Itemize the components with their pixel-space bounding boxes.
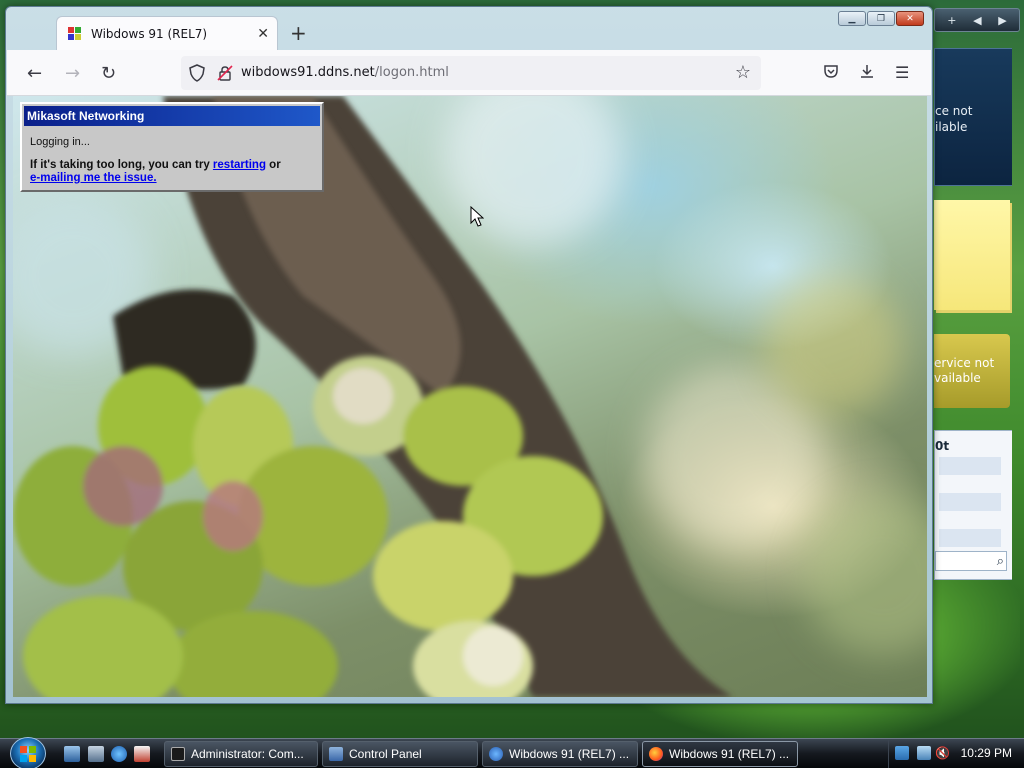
dialog-title: Mikasoft Networking (24, 106, 320, 126)
reload-button[interactable]: ↻ (101, 63, 116, 84)
insecure-lock-icon[interactable] (217, 65, 233, 81)
task-label: Administrator: Com... (191, 747, 304, 761)
tab-title: Wibdows 91 (REL7) (91, 26, 208, 41)
wibdows-favicon-icon (68, 26, 81, 40)
mouse-cursor-icon (470, 206, 484, 227)
downloads-icon[interactable] (859, 63, 875, 79)
restart-link[interactable]: restarting (213, 159, 266, 171)
message-prefix: If it's taking too long, you can try (30, 159, 213, 171)
email-issue-link[interactable]: e-mailing me the issue. (30, 172, 157, 184)
sidebar-controls: + ◀ ▶ (934, 8, 1020, 32)
firefox-icon (649, 747, 663, 761)
taskbar-item-browser-2[interactable]: Wibdows 91 (REL7) ... (642, 741, 798, 767)
tray-sidebar-icon[interactable] (895, 746, 909, 760)
maximize-button[interactable]: ❐ (867, 11, 895, 26)
quick-launch-app-icon[interactable] (134, 746, 150, 762)
taskbar: Administrator: Com... Control Panel Wibd… (0, 737, 1024, 768)
weather-gadget-text-1: ervice not (934, 356, 995, 370)
sidebar-add-icon[interactable]: + (947, 14, 956, 27)
sidebar-prev-icon[interactable]: ◀ (973, 14, 981, 27)
login-dialog: Mikasoft Networking Logging in... If it'… (20, 102, 324, 192)
switch-windows-icon[interactable] (88, 746, 104, 762)
url-host: wibdows91.ddns.net (241, 65, 375, 80)
bookmark-star-icon[interactable]: ☆ (735, 62, 751, 83)
command-prompt-icon (171, 747, 185, 761)
search-gadget: 0t ⌕ (934, 430, 1012, 580)
search-gadget-row[interactable] (939, 493, 1001, 511)
search-icon[interactable]: ⌕ (997, 554, 1004, 569)
system-tray: 🔇 10:29 PM (888, 739, 1024, 768)
clock[interactable]: 10:29 PM (961, 746, 1012, 760)
message-middle: or (265, 159, 281, 171)
network-icon[interactable] (917, 746, 931, 760)
taskbar-item-control-panel[interactable]: Control Panel (322, 741, 478, 767)
feed-gadget-text-1: ce not (935, 104, 973, 118)
menu-hamburger-icon[interactable]: ☰ (895, 63, 909, 82)
back-button[interactable]: ← (27, 63, 42, 84)
minimize-button[interactable]: ▁ (838, 11, 866, 26)
url-text: wibdows91.ddns.net/logon.html (241, 65, 449, 80)
feed-gadget-text-2: ilable (935, 120, 968, 134)
weather-gadget[interactable]: ervice not vailable (934, 334, 1010, 408)
close-tab-icon[interactable]: ✕ (257, 26, 269, 42)
new-tab-button[interactable]: + (290, 21, 307, 45)
windows-logo-icon (20, 745, 36, 762)
show-desktop-icon[interactable] (64, 746, 80, 762)
search-gadget-row[interactable] (939, 457, 1001, 475)
taskbar-item-command-prompt[interactable]: Administrator: Com... (164, 741, 318, 767)
start-button[interactable] (10, 737, 46, 768)
forward-button[interactable]: → (65, 63, 80, 84)
volume-muted-icon[interactable]: 🔇 (935, 746, 950, 760)
notes-gadget[interactable] (934, 200, 1010, 310)
browser-tab[interactable]: Wibdows 91 (REL7) ✕ (56, 16, 278, 50)
url-path: /logon.html (374, 65, 449, 80)
address-bar[interactable]: wibdows91.ddns.net/logon.html ☆ (181, 56, 761, 90)
close-window-button[interactable]: ✕ (896, 11, 924, 26)
sidebar-next-icon[interactable]: ▶ (998, 14, 1006, 27)
search-gadget-row[interactable] (939, 529, 1001, 547)
search-gadget-header: 0t (935, 439, 950, 453)
navigation-toolbar: ← → ↻ wibdows91.ddns.net/logon.html ☆ ☰ (7, 50, 931, 96)
weather-gadget-text-2: vailable (934, 371, 981, 385)
login-status: Logging in... (30, 136, 90, 148)
control-panel-icon (329, 747, 343, 761)
dialog-message: If it's taking too long, you can try res… (30, 159, 281, 185)
task-label: Control Panel (349, 747, 422, 761)
taskbar-item-browser-1[interactable]: Wibdows 91 (REL7) ... (482, 741, 638, 767)
tracking-protection-shield-icon[interactable] (189, 64, 205, 82)
window-caption-buttons: ▁ ❐ ✕ (838, 11, 924, 26)
pocket-icon[interactable] (823, 63, 839, 79)
internet-explorer-icon[interactable] (111, 746, 127, 762)
task-label: Wibdows 91 (REL7) ... (669, 747, 790, 761)
feed-gadget[interactable]: ce not ilable (934, 48, 1012, 186)
chrome-icon (489, 747, 503, 761)
task-label: Wibdows 91 (REL7) ... (509, 747, 630, 761)
